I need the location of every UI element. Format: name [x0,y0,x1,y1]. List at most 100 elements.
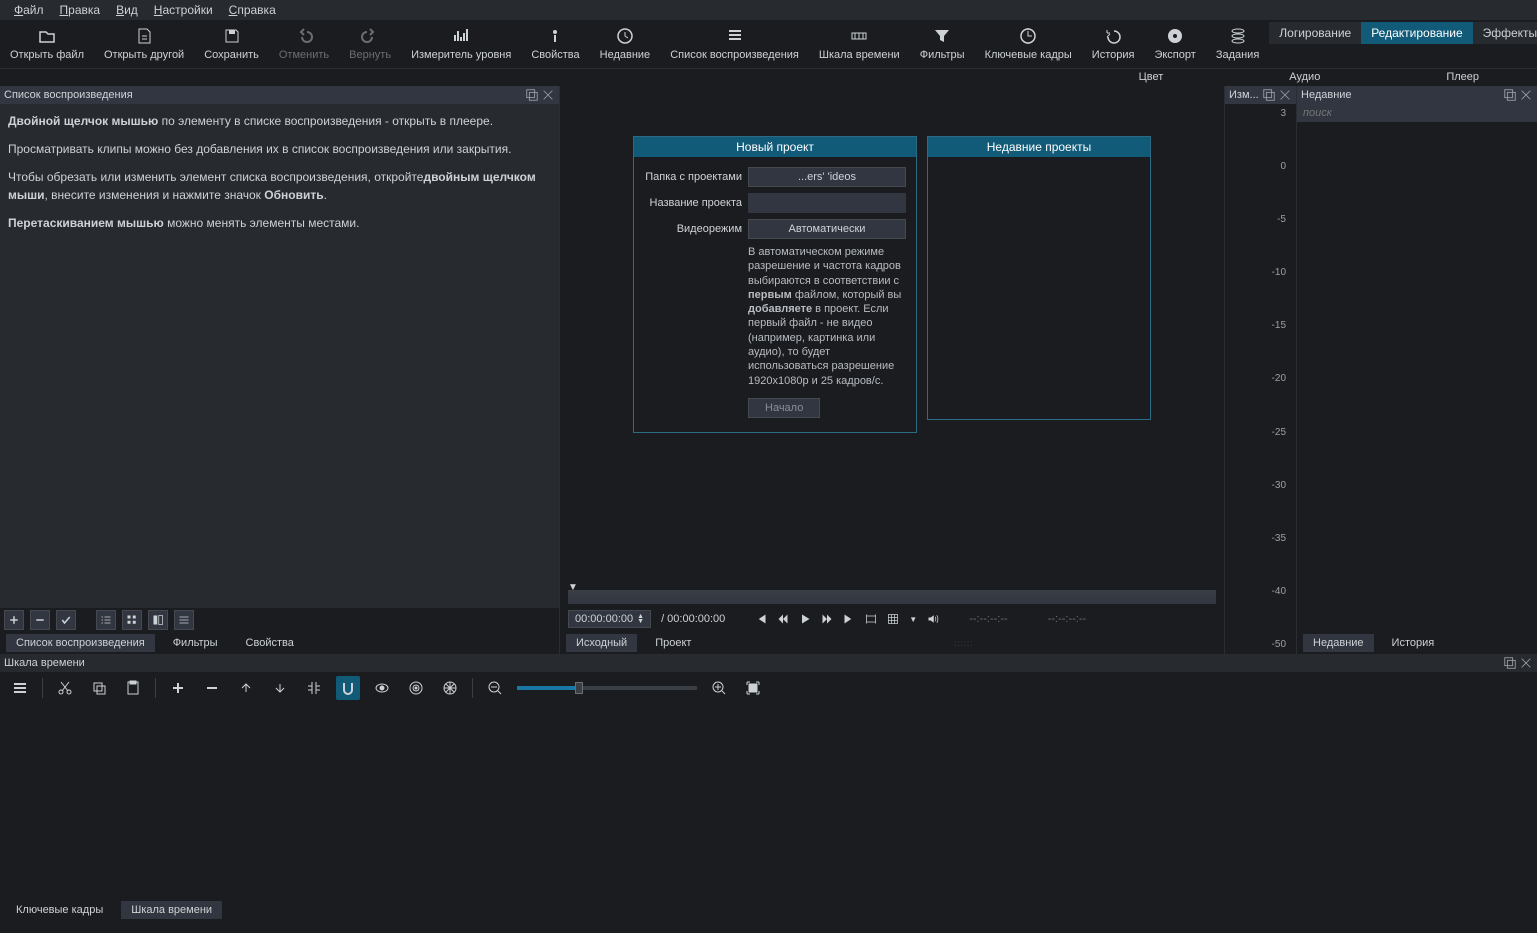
db-tick: -15 [1225,320,1292,331]
secondary-toolbar: Цвет Аудио Плеер [0,68,1537,86]
recent-search-input[interactable] [1297,104,1537,122]
panel-close-icon[interactable] [1519,656,1533,670]
db-tick: 3 [1225,108,1292,119]
snap-icon[interactable] [336,676,360,700]
project-name-input[interactable] [748,193,906,213]
timeline-menu-icon[interactable] [8,676,32,700]
right-bottom-tabs: Недавние История [1297,632,1537,654]
undo-button[interactable]: Отменить [269,20,339,68]
playlist-update-button[interactable] [56,610,76,630]
recent-list [1297,122,1537,632]
step-fwd-icon[interactable] [821,613,833,625]
meter-panel-title: Изм... [1225,86,1296,104]
paste-icon[interactable] [121,676,145,700]
right-tab-recent[interactable]: Недавние [1303,634,1374,652]
playlist-view-list-icon[interactable] [174,610,194,630]
db-tick: -20 [1225,373,1292,384]
layout-tab-audio[interactable]: Аудио [1271,69,1338,86]
step-back-icon[interactable] [777,613,789,625]
playlist-view-tiles-icon[interactable] [122,610,142,630]
video-mode-button[interactable]: Автоматически [748,219,906,239]
in-point-label: --:--:--:-- [969,613,1007,625]
db-tick: -25 [1225,427,1292,438]
remove-icon[interactable] [200,676,224,700]
menu-файл[interactable]: Файл [6,1,52,19]
playlist-view-detailed-icon[interactable] [96,610,116,630]
scrubber[interactable]: ▼ [560,580,1224,606]
menu-справка[interactable]: Справка [221,1,284,19]
zoom-fit-icon[interactable] [741,676,765,700]
panel-close-icon[interactable] [1278,88,1292,102]
db-tick: -40 [1225,586,1292,597]
main-toolbar: Открыть файлОткрыть другойСохранитьОтмен… [0,20,1537,68]
panel-float-icon[interactable] [1262,88,1276,102]
level-meter-button[interactable]: Измеритель уровня [401,20,521,68]
mode-tab-editing[interactable]: Редактирование [1361,22,1472,44]
db-meter: 30-5-10-15-20-25-30-35-40-50 [1225,104,1296,654]
right-tab-history[interactable]: История [1382,634,1445,652]
layout-tab-color[interactable]: Цвет [1121,69,1182,86]
menubar: ФайлПравкаВидНастройкиСправка [0,0,1537,20]
playlist-view-icons-icon[interactable] [148,610,168,630]
recent-button[interactable]: Недавние [590,20,661,68]
play-icon[interactable] [799,613,811,625]
layout-tab-player[interactable]: Плеер [1428,69,1497,86]
split-icon[interactable] [302,676,326,700]
history-button[interactable]: История [1082,20,1145,68]
menu-вид[interactable]: Вид [108,1,146,19]
ripple-icon[interactable] [404,676,428,700]
center-tab-project[interactable]: Проект [645,634,701,652]
open-other-button[interactable]: Открыть другой [94,20,194,68]
grid-icon[interactable] [887,613,899,625]
panel-close-icon[interactable] [1519,88,1533,102]
start-button[interactable]: Начало [748,398,820,418]
lift-icon[interactable] [234,676,258,700]
keyframes-button[interactable]: Ключевые кадры [975,20,1082,68]
panel-float-icon[interactable] [1503,88,1517,102]
copy-icon[interactable] [87,676,111,700]
project-folder-button[interactable]: ...ers' 'ideos [748,167,906,187]
cut-icon[interactable] [53,676,77,700]
playlist-panel-title: Список воспроизведения [0,86,559,104]
jobs-button[interactable]: Задания [1206,20,1269,68]
left-tab-playlist[interactable]: Список воспроизведения [6,634,155,652]
properties-button[interactable]: Свойства [521,20,589,68]
zoom-out-icon[interactable] [483,676,507,700]
mode-tab-logging[interactable]: Логирование [1269,22,1361,44]
append-icon[interactable] [166,676,190,700]
center-tab-source[interactable]: Исходный [566,634,637,652]
menu-настройки[interactable]: Настройки [146,1,221,19]
footer-tab-keyframes[interactable]: Ключевые кадры [6,901,113,919]
zoom-toggle-icon[interactable] [865,613,877,625]
footer-tab-timeline[interactable]: Шкала времени [121,901,222,919]
menu-правка[interactable]: Правка [52,1,109,19]
transport-bar: 00:00:00:00 ▲▼ / 00:00:00:00 ▼ --:--:--:… [560,606,1224,632]
recent-panel-title: Недавние [1297,86,1537,104]
redo-button[interactable]: Вернуть [339,20,401,68]
export-button[interactable]: Экспорт [1144,20,1205,68]
playlist-button[interactable]: Список воспроизведения [660,20,809,68]
skip-end-icon[interactable] [843,613,855,625]
overwrite-icon[interactable] [268,676,292,700]
playlist-remove-button[interactable] [30,610,50,630]
save-button[interactable]: Сохранить [194,20,269,68]
left-tab-properties[interactable]: Свойства [236,634,304,652]
meter-title-label: Изм... [1229,89,1259,101]
volume-icon[interactable] [927,613,939,625]
zoom-slider[interactable] [517,686,697,690]
panel-float-icon[interactable] [1503,656,1517,670]
ripple-all-icon[interactable] [438,676,462,700]
mode-tab-effects[interactable]: Эффекты [1473,22,1537,44]
scrub-audio-icon[interactable] [370,676,394,700]
filters-button[interactable]: Фильтры [910,20,975,68]
timeline-button[interactable]: Шкала времени [809,20,910,68]
timeline-tracks[interactable] [0,704,1537,899]
zoom-in-icon[interactable] [707,676,731,700]
panel-float-icon[interactable] [525,88,539,102]
playlist-add-button[interactable] [4,610,24,630]
panel-close-icon[interactable] [541,88,555,102]
open-file-button[interactable]: Открыть файл [0,20,94,68]
left-tab-filters[interactable]: Фильтры [163,634,228,652]
skip-start-icon[interactable] [755,613,767,625]
timecode-input[interactable]: 00:00:00:00 ▲▼ [568,610,651,628]
